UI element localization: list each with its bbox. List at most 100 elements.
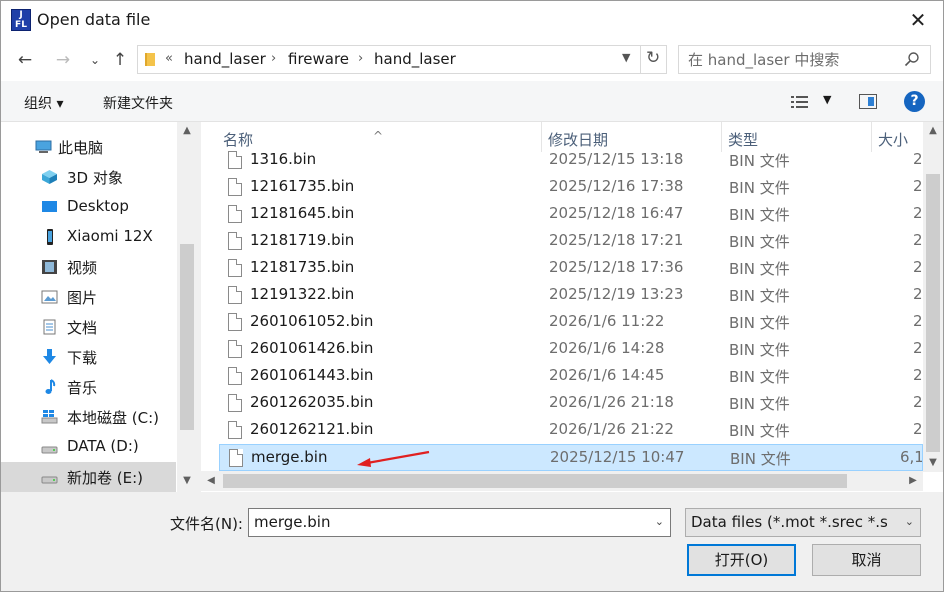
file-row[interactable]: 2601061052.bin 2026/1/6 11:22 BIN 文件 2 (219, 309, 923, 336)
annotation-arrow-icon (357, 450, 430, 467)
file-date: 2026/1/6 14:45 (549, 366, 665, 384)
file-date: 2025/12/18 16:47 (549, 204, 684, 222)
file-type: BIN 文件 (729, 395, 790, 413)
music-icon (45, 379, 56, 394)
nav-item-xiaomi[interactable]: Xiaomi 12X (1, 222, 176, 252)
file-row[interactable]: 2601061426.bin 2026/1/6 14:28 BIN 文件 2 (219, 336, 923, 363)
windows-drive-icon (41, 410, 58, 424)
file-name: merge.bin (251, 448, 328, 466)
open-button[interactable]: 打开(O) (687, 544, 796, 576)
file-row[interactable]: 12181735.bin 2025/12/18 17:36 BIN 文件 2 (219, 255, 923, 282)
file-date: 2025/12/15 13:18 (549, 150, 684, 168)
file-row[interactable]: 12181719.bin 2025/12/18 17:21 BIN 文件 2 (219, 228, 923, 255)
organize-button[interactable]: 组织 ▾ (24, 93, 63, 113)
file-row[interactable]: 1316.bin 2025/12/15 13:18 BIN 文件 2 (219, 147, 923, 174)
scroll-up-icon[interactable]: ▲ (923, 122, 943, 140)
preview-pane-icon[interactable] (859, 94, 877, 109)
view-dropdown-icon[interactable]: ▼ (823, 93, 831, 106)
scroll-down-icon[interactable]: ▼ (177, 472, 197, 490)
new-folder-button[interactable]: 新建文件夹 (103, 93, 173, 113)
nav-item-drive-e[interactable]: 新加卷 (E:) (1, 462, 176, 492)
file-name: 2601061426.bin (250, 339, 374, 357)
nav-item-desktop[interactable]: Desktop (1, 192, 176, 222)
up-arrow-icon[interactable]: ↑ (110, 49, 130, 71)
chevron-down-icon[interactable]: ⌄ (655, 515, 664, 528)
nav-item-label: 图片 (67, 289, 98, 307)
file-type: BIN 文件 (729, 341, 790, 359)
help-icon[interactable]: ? (904, 91, 925, 112)
nav-item-documents[interactable]: 文档 (1, 312, 176, 342)
nav-item-drive-c[interactable]: 本地磁盘 (C:) (1, 402, 176, 432)
back-arrow-icon[interactable]: ← (15, 49, 35, 71)
filename-combobox[interactable]: merge.bin ⌄ (248, 508, 671, 537)
file-date: 2026/1/26 21:22 (549, 420, 674, 438)
video-icon (42, 260, 57, 274)
breadcrumb-item[interactable]: fireware (288, 50, 349, 68)
phone-icon (47, 229, 53, 245)
nav-item-music[interactable]: 音乐 (1, 372, 176, 402)
scroll-thumb[interactable] (926, 174, 940, 452)
scroll-down-icon[interactable]: ▼ (923, 454, 943, 472)
file-row[interactable]: 12181645.bin 2025/12/18 16:47 BIN 文件 2 (219, 201, 923, 228)
nav-item-videos[interactable]: 视频 (1, 252, 176, 282)
file-date: 2025/12/18 17:36 (549, 258, 684, 276)
nav-item-3d-objects[interactable]: 3D 对象 (1, 162, 176, 192)
nav-pane-scrollbar[interactable]: ▲ ▼ (177, 122, 197, 492)
nav-item-pictures[interactable]: 图片 (1, 282, 176, 312)
view-options-icon[interactable] (791, 95, 809, 109)
file-row[interactable]: 2601262121.bin 2026/1/26 21:22 BIN 文件 2 (219, 417, 923, 444)
file-type: BIN 文件 (729, 206, 790, 224)
scroll-up-icon[interactable]: ▲ (177, 122, 197, 140)
documents-icon (43, 319, 56, 335)
computer-icon (35, 140, 52, 153)
nav-item-label: DATA (D:) (67, 437, 139, 455)
address-dropdown-icon[interactable]: ▼ (622, 51, 630, 64)
breadcrumb-separator-icon[interactable]: › (271, 51, 276, 66)
drive-icon (41, 446, 58, 454)
breadcrumb-item[interactable]: hand_laser (184, 50, 266, 68)
download-icon (43, 349, 56, 364)
crumb-overflow[interactable]: « (165, 51, 173, 66)
file-icon (228, 286, 242, 304)
forward-arrow-icon[interactable]: → (53, 49, 73, 71)
file-row[interactable]: 12161735.bin 2025/12/16 17:38 BIN 文件 2 (219, 174, 923, 201)
scroll-thumb[interactable] (223, 474, 847, 488)
nav-item-this-pc[interactable]: 此电脑 (1, 132, 176, 162)
file-type: BIN 文件 (729, 260, 790, 278)
scroll-right-icon[interactable]: ▶ (903, 471, 923, 491)
search-icon[interactable] (904, 51, 920, 67)
filename-value[interactable]: merge.bin (254, 513, 330, 531)
scroll-thumb[interactable] (180, 244, 194, 430)
file-name: 2601061052.bin (250, 312, 374, 330)
file-row[interactable]: 2601061443.bin 2026/1/6 14:45 BIN 文件 2 (219, 363, 923, 390)
file-row[interactable]: merge.bin 2025/12/15 10:47 BIN 文件 6,1 (219, 444, 923, 471)
file-list-scrollbar[interactable]: ▲ ▼ (923, 122, 943, 472)
nav-item-drive-d[interactable]: DATA (D:) (1, 432, 176, 462)
chevron-down-icon[interactable]: ⌄ (904, 515, 914, 528)
search-input[interactable] (688, 50, 898, 70)
sort-ascending-icon: ^ (373, 129, 384, 143)
file-icon (229, 449, 243, 467)
cancel-button[interactable]: 取消 (812, 544, 921, 576)
nav-item-label: 此电脑 (58, 139, 104, 157)
search-box[interactable] (678, 45, 931, 74)
file-type: BIN 文件 (729, 314, 790, 332)
file-icon (228, 367, 242, 385)
open-file-dialog: J FL Open data file ✕ ← → ⌄ ↑ « hand_lase… (0, 0, 944, 592)
refresh-icon[interactable]: ↻ (646, 48, 660, 68)
file-type: BIN 文件 (729, 368, 790, 386)
navigation-pane: 此电脑 3D 对象 Desktop Xiaomi 12X 视频 图片 文档 下载… (1, 122, 197, 492)
file-row[interactable]: 12191322.bin 2025/12/19 13:23 BIN 文件 2 (219, 282, 923, 309)
address-bar[interactable]: « hand_laser › fireware › hand_laser ▼ ↻ (137, 45, 667, 74)
file-type-filter[interactable]: Data files (*.mot *.srec *.s19 * ⌄ (685, 508, 921, 537)
close-icon[interactable]: ✕ (905, 7, 931, 33)
file-row[interactable]: 2601262035.bin 2026/1/26 21:18 BIN 文件 2 (219, 390, 923, 417)
horizontal-scrollbar[interactable]: ◀ ▶ (201, 471, 923, 491)
file-type: BIN 文件 (730, 450, 791, 468)
file-icon (228, 313, 242, 331)
breadcrumb-item[interactable]: hand_laser (374, 50, 456, 68)
breadcrumb-separator-icon[interactable]: › (358, 51, 363, 66)
nav-item-downloads[interactable]: 下载 (1, 342, 176, 372)
recent-locations-chevron-icon[interactable]: ⌄ (85, 49, 105, 71)
scroll-left-icon[interactable]: ◀ (201, 471, 221, 491)
